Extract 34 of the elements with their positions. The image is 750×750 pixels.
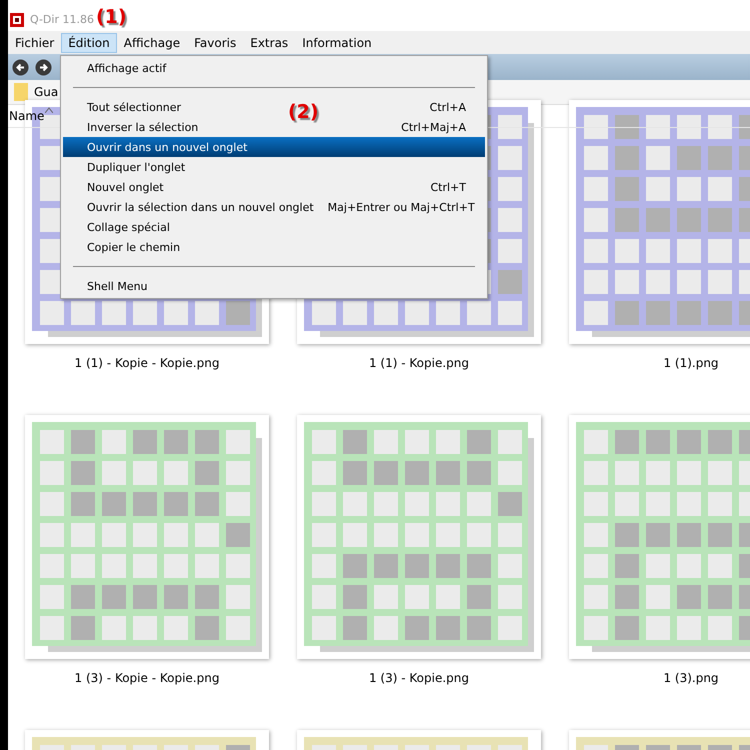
menu-item[interactable]: Collage spécial xyxy=(87,220,170,234)
menu-item[interactable]: Nouvel onglet xyxy=(87,180,164,194)
file-name: 1 (3) - Kopie.png xyxy=(368,671,470,685)
file-name: 1 (3).png xyxy=(662,671,720,685)
menu-item[interactable]: Tout sélectionner xyxy=(87,100,182,114)
file-name: 1 (3) - Kopie - Kopie.png xyxy=(74,671,220,685)
shortcut-text: Maj+Entrer ou Maj+Ctrl+T xyxy=(328,200,475,214)
menu-bar-item[interactable]: Favoris xyxy=(187,32,244,52)
forward-icon[interactable] xyxy=(35,58,52,76)
annotation-label: (2) xyxy=(288,101,319,123)
shortcut-text: Ctrl+A xyxy=(430,100,466,114)
file-name: 1 (1) - Kopie - Kopie.png xyxy=(74,356,220,370)
shortcut-text: Ctrl+Maj+A xyxy=(401,120,466,134)
file-name: 1 (1) - Kopie.png xyxy=(368,356,470,370)
file-name: 1 (1).png xyxy=(662,356,720,370)
menu-item[interactable]: Inverser la sélection xyxy=(87,120,198,134)
folder-icon xyxy=(14,83,28,101)
menu-bar-item[interactable]: Édition xyxy=(61,32,117,52)
path-text[interactable]: Gua xyxy=(34,85,58,99)
back-icon[interactable] xyxy=(12,58,29,76)
menu-bar-item[interactable]: Affichage xyxy=(116,32,188,52)
menu-item[interactable]: Ouvrir dans un nouvel onglet xyxy=(87,140,248,154)
menu-bar-item[interactable]: Information xyxy=(295,32,379,52)
menu-item[interactable]: Copier le chemin xyxy=(87,240,180,254)
menu-item[interactable]: Affichage actif xyxy=(87,62,166,74)
menu-item[interactable]: Shell Menu xyxy=(87,280,148,292)
shortcut-text: Ctrl+T xyxy=(430,180,466,194)
annotation-label: (1) xyxy=(96,6,127,28)
column-header[interactable]: Name xyxy=(9,109,44,123)
menu-item[interactable]: Ouvrir la sélection dans un nouvel onglet xyxy=(87,200,314,214)
window-title: Q-Dir 11.86 xyxy=(30,13,94,26)
menu-bar-item[interactable]: Fichier xyxy=(8,32,62,52)
menu-item[interactable]: Dupliquer l'onglet xyxy=(87,160,186,174)
menu-bar-item[interactable]: Extras xyxy=(243,32,296,52)
